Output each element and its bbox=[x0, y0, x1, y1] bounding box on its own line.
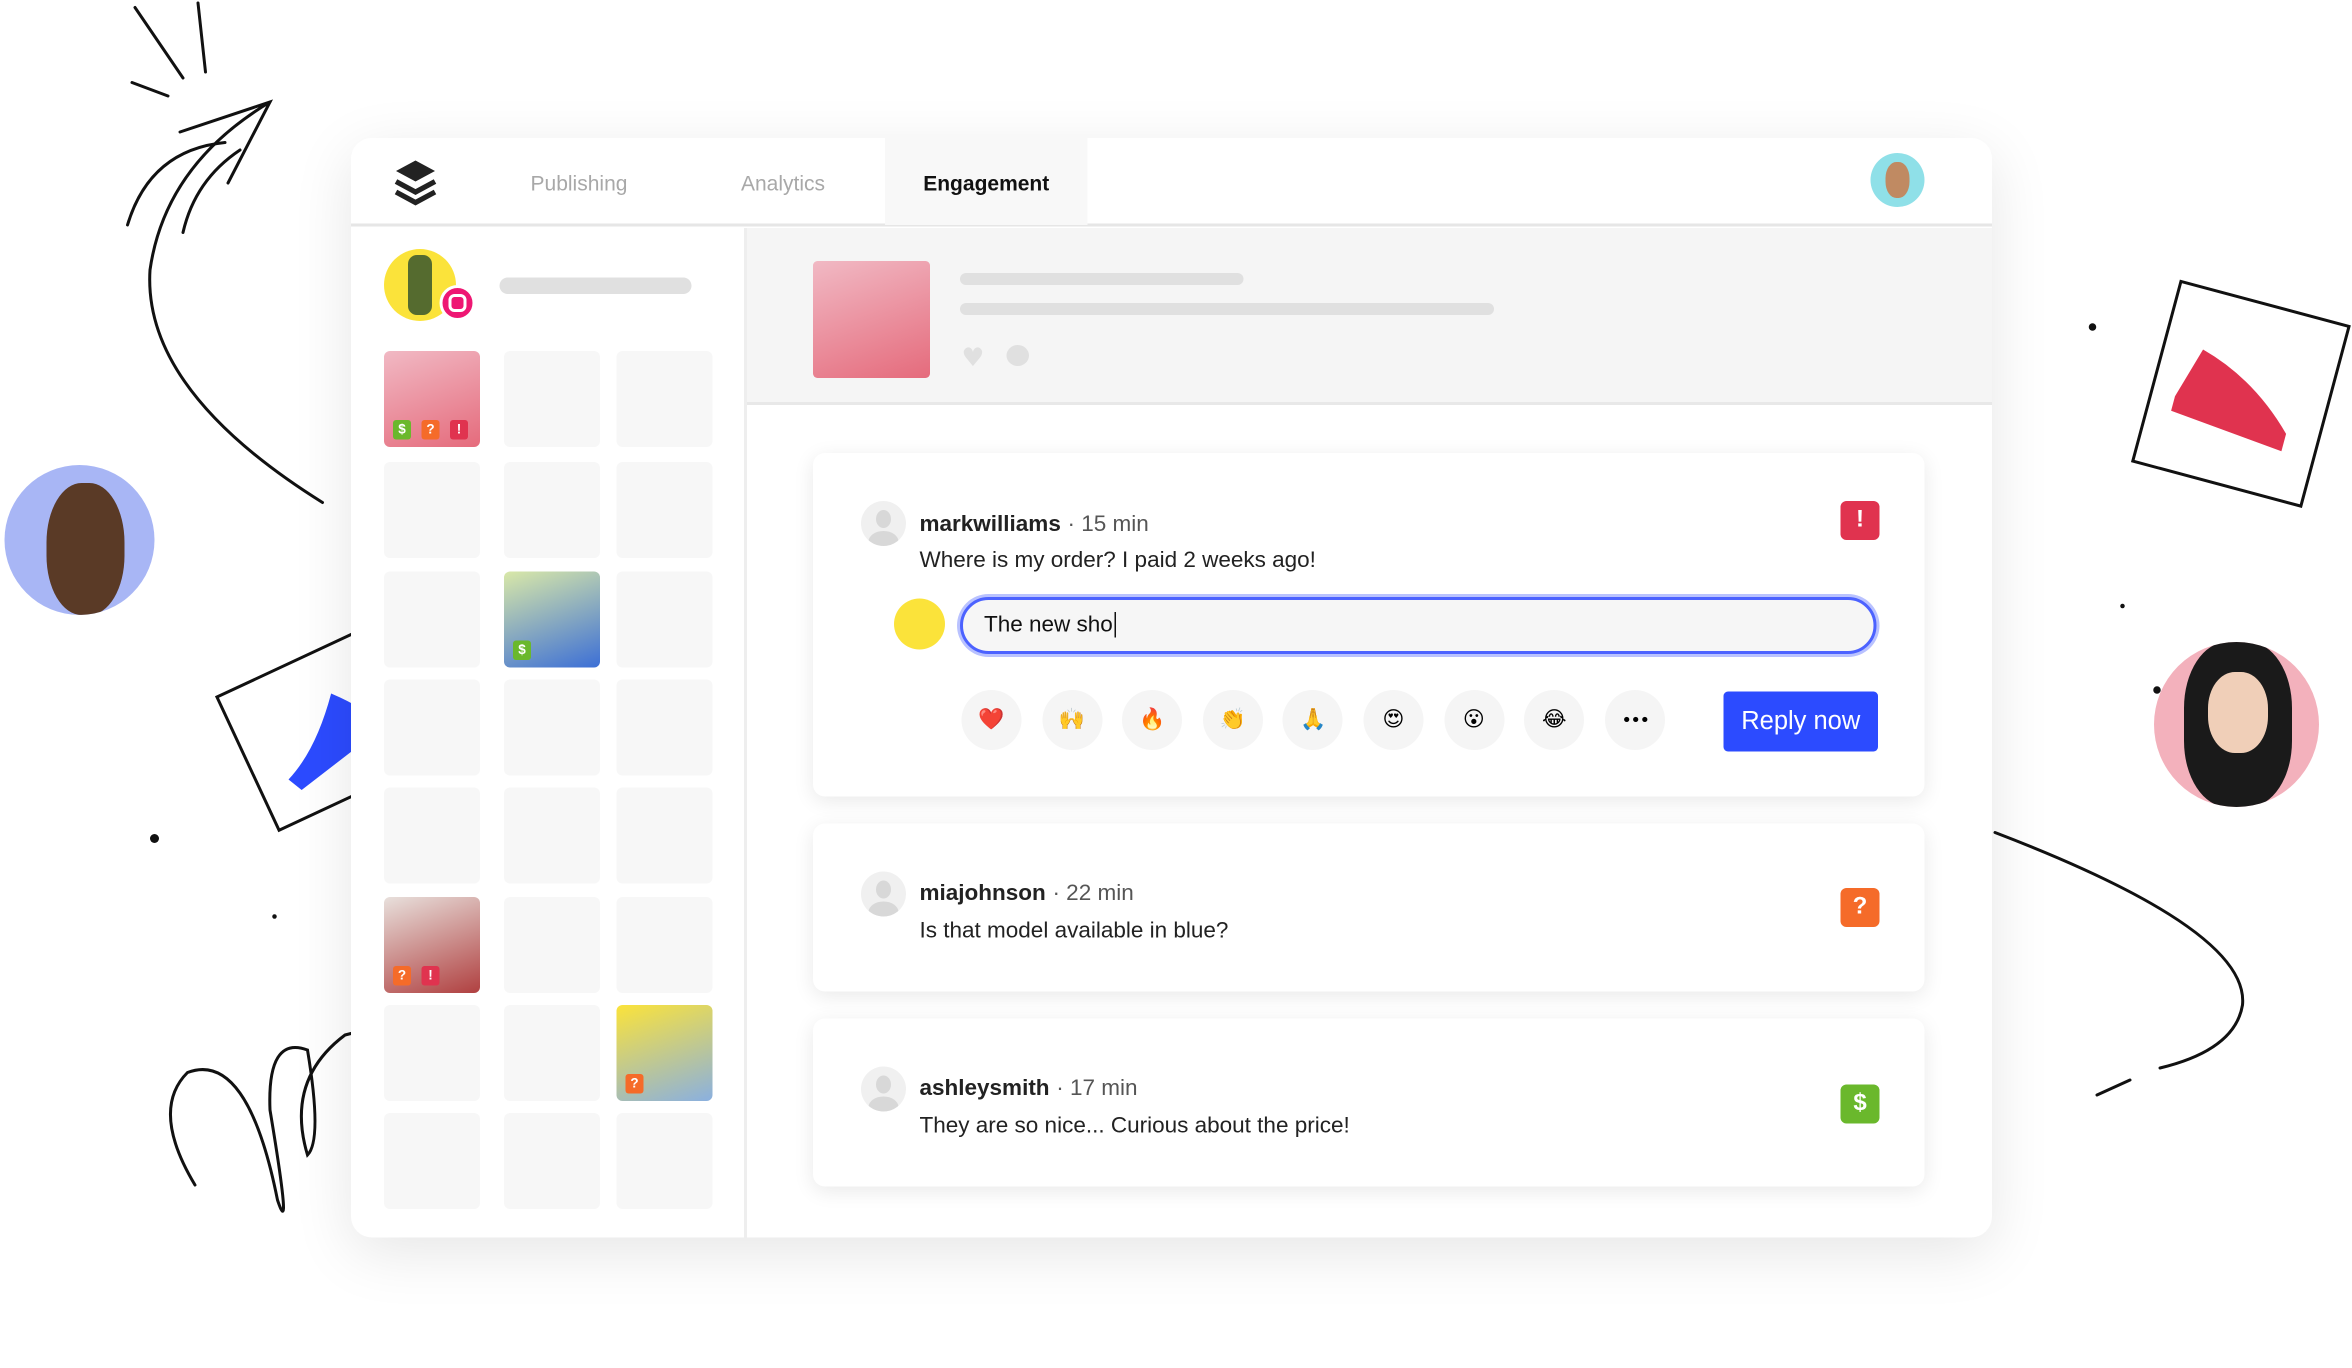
media-tile[interactable]: ? bbox=[616, 1005, 713, 1101]
media-tile[interactable] bbox=[616, 571, 713, 668]
question-badge: ? bbox=[393, 966, 411, 986]
media-tile[interactable] bbox=[616, 897, 713, 993]
customer-photo-man bbox=[4, 465, 155, 615]
emoji-button[interactable]: 🙌 bbox=[1041, 690, 1102, 750]
media-tile[interactable] bbox=[504, 1005, 600, 1101]
question-badge: ? bbox=[625, 1074, 644, 1094]
media-tile[interactable] bbox=[384, 679, 480, 776]
emoji-button[interactable]: 👏 bbox=[1202, 690, 1263, 750]
post-thumbnail[interactable] bbox=[813, 261, 930, 378]
media-tile[interactable] bbox=[504, 1113, 600, 1209]
sales-flag[interactable]: $ bbox=[1840, 1084, 1880, 1124]
sales-badge: $ bbox=[513, 640, 531, 660]
media-tile[interactable] bbox=[616, 462, 713, 558]
stacked-layers-logo bbox=[394, 160, 437, 206]
media-tile[interactable] bbox=[504, 897, 600, 993]
tab-engagement[interactable]: Engagement bbox=[885, 138, 1088, 225]
post-title-placeholder bbox=[960, 273, 1244, 285]
media-tile[interactable] bbox=[616, 787, 713, 884]
urgent-badge: ! bbox=[421, 966, 440, 986]
emoji-button[interactable]: 😮 bbox=[1443, 690, 1504, 750]
comment-time: · 15 min bbox=[1067, 511, 1149, 538]
media-tile[interactable] bbox=[384, 462, 480, 558]
commenter-avatar bbox=[861, 1066, 906, 1112]
comment-username[interactable]: markwilliams bbox=[920, 512, 1061, 538]
post-caption-placeholder bbox=[960, 303, 1494, 315]
media-tile[interactable] bbox=[384, 571, 480, 668]
media-tile[interactable] bbox=[384, 1005, 480, 1101]
reply-now-button[interactable]: Reply now bbox=[1723, 691, 1878, 752]
heart-icon: ♥ bbox=[961, 343, 985, 374]
question-badge: ? bbox=[421, 420, 440, 440]
comment-time: · 17 min bbox=[1056, 1075, 1138, 1102]
reply-avatar bbox=[894, 598, 945, 650]
media-tile[interactable]: $?! bbox=[384, 351, 480, 447]
media-tile[interactable] bbox=[616, 1113, 713, 1209]
profile-name-placeholder bbox=[499, 277, 692, 294]
instagram-icon bbox=[439, 285, 476, 321]
emoji-button[interactable]: 😂 bbox=[1524, 690, 1585, 750]
post-header: ♥ bbox=[747, 228, 1992, 405]
media-tile[interactable] bbox=[616, 351, 713, 447]
comment-username[interactable]: miajohnson bbox=[920, 881, 1046, 907]
reply-input[interactable]: The new sho bbox=[960, 597, 1877, 654]
tab-publishing[interactable]: Publishing bbox=[504, 138, 654, 225]
urgent-flag[interactable]: ! bbox=[1840, 501, 1880, 540]
urgent-badge: ! bbox=[450, 420, 468, 440]
comment-text: They are so nice... Curious about the pr… bbox=[919, 1113, 1350, 1139]
comment-icon bbox=[1006, 345, 1029, 366]
comment-username[interactable]: ashleysmith bbox=[920, 1076, 1050, 1102]
comment-time: · 22 min bbox=[1052, 880, 1134, 907]
comment-text: Is that model available in blue? bbox=[919, 918, 1229, 944]
sales-badge: $ bbox=[393, 420, 411, 440]
comment-text: Where is my order? I paid 2 weeks ago! bbox=[919, 547, 1316, 574]
media-tile[interactable] bbox=[384, 787, 480, 884]
emoji-button[interactable]: 😍 bbox=[1363, 690, 1424, 750]
media-tile[interactable] bbox=[616, 679, 713, 776]
tab-analytics[interactable]: Analytics bbox=[708, 138, 858, 225]
commenter-avatar bbox=[861, 871, 906, 917]
media-tile[interactable] bbox=[504, 679, 600, 776]
media-tile[interactable] bbox=[504, 351, 600, 447]
engagement-main: ♥ markwilliams · 15 min Where is my orde… bbox=[747, 228, 1992, 1238]
comment-card-active: markwilliams · 15 min Where is my order?… bbox=[813, 453, 1925, 797]
comment-card: miajohnson · 22 min Is that model availa… bbox=[813, 823, 1925, 992]
media-tile[interactable]: ?! bbox=[384, 897, 480, 993]
media-tile[interactable] bbox=[384, 1113, 480, 1209]
app-window: Publishing Analytics Engagement $?! $?!? … bbox=[351, 138, 1992, 1238]
question-flag[interactable]: ? bbox=[1840, 888, 1880, 927]
media-tile[interactable] bbox=[504, 787, 600, 884]
media-sidebar: $?! $?!? bbox=[351, 228, 747, 1238]
emoji-button[interactable]: ❤️ bbox=[961, 690, 1022, 750]
emoji-button[interactable]: 🙏 bbox=[1283, 690, 1344, 750]
top-nav: Publishing Analytics Engagement bbox=[351, 138, 1992, 227]
media-tile[interactable] bbox=[504, 462, 600, 558]
customer-photo-woman bbox=[2154, 642, 2319, 807]
more-emoji-button[interactable]: ••• bbox=[1605, 690, 1665, 750]
comment-card: ashleysmith · 17 min They are so nice...… bbox=[813, 1018, 1925, 1187]
emoji-button[interactable]: 🔥 bbox=[1122, 690, 1183, 750]
commenter-avatar bbox=[861, 501, 906, 546]
user-avatar[interactable] bbox=[1870, 153, 1925, 207]
media-tile[interactable]: $ bbox=[504, 571, 600, 668]
